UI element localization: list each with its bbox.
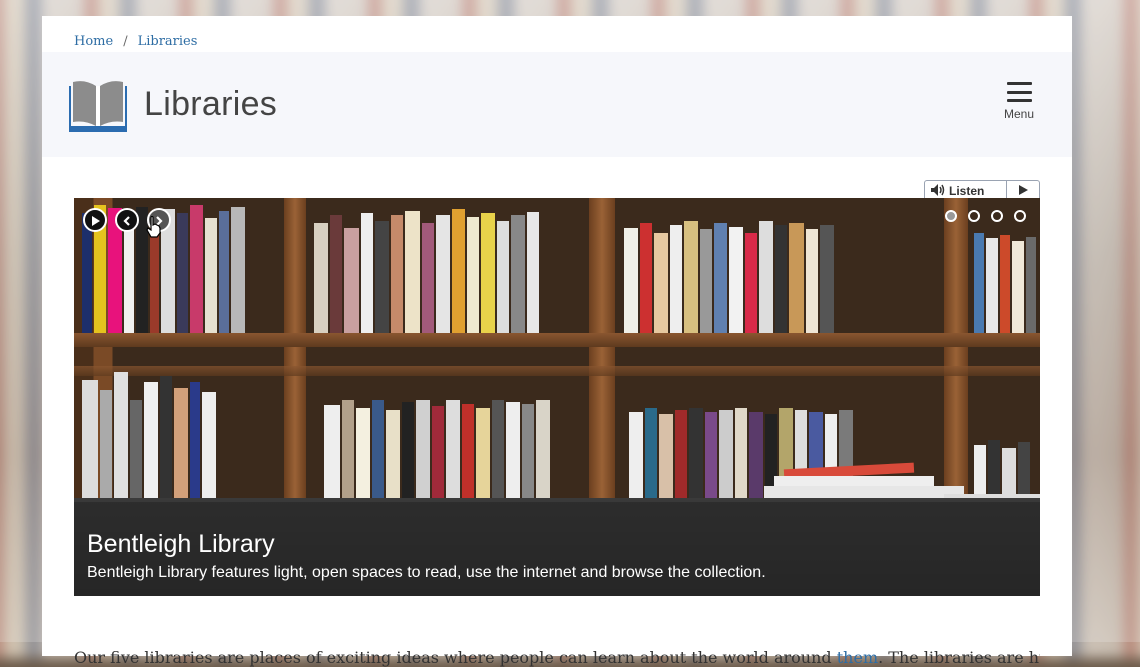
slide-dot-3[interactable]: [991, 210, 1003, 222]
slide-indicators: [945, 210, 1026, 222]
breadcrumb: Home / Libraries: [74, 34, 197, 49]
slide-caption: Bentleigh Library Bentleigh Library feat…: [74, 502, 1040, 596]
menu-label: Menu: [1003, 107, 1035, 121]
intro-paragraph: Our five libraries are places of excitin…: [74, 648, 1040, 667]
slide-dot-1[interactable]: [945, 210, 957, 222]
slide-caption-text: Bentleigh Library features light, open s…: [87, 564, 766, 581]
slideshow-play-button[interactable]: [83, 208, 107, 232]
breadcrumb-separator: /: [123, 34, 128, 49]
slideshow-previous-button[interactable]: [115, 208, 139, 232]
menu-button[interactable]: Menu: [1002, 82, 1036, 126]
mouse-cursor-icon: [146, 215, 162, 242]
chevron-left-icon: [123, 211, 131, 230]
page-title: Libraries: [144, 85, 278, 123]
intro-text-end: . The libraries are hub: [878, 648, 1040, 667]
slide-dot-2[interactable]: [968, 210, 980, 222]
breadcrumb-current-link[interactable]: Libraries: [138, 34, 198, 49]
breadcrumb-home-link[interactable]: Home: [74, 34, 113, 49]
slide-caption-title: Bentleigh Library: [87, 530, 275, 558]
image-slideshow: Bentleigh Library Bentleigh Library feat…: [74, 198, 1040, 596]
play-icon: [91, 211, 100, 230]
content-card: Home / Libraries Libraries Menu Listen B…: [42, 16, 1072, 667]
listen-label: Listen: [949, 184, 985, 198]
open-book-icon: [69, 80, 127, 132]
speaker-icon: [931, 183, 945, 199]
hamburger-icon: [1006, 82, 1032, 102]
page-header: Libraries Menu: [42, 52, 1072, 157]
intro-link[interactable]: them: [837, 648, 878, 667]
slide-dot-4[interactable]: [1014, 210, 1026, 222]
intro-text-start: Our five libraries are places of excitin…: [74, 648, 837, 667]
